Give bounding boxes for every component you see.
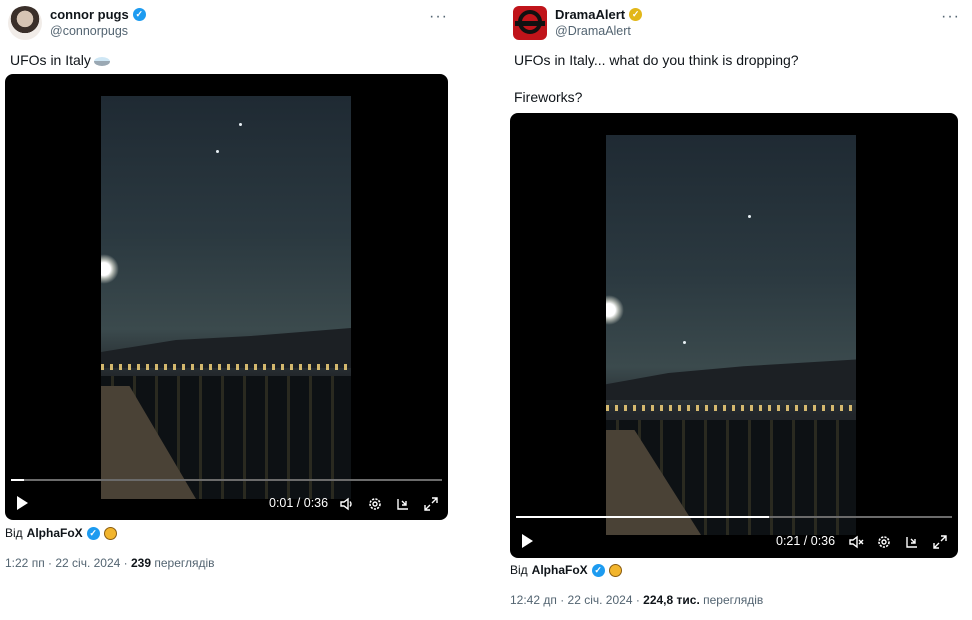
author-block: DramaAlert ✓ @DramaAlert: [555, 7, 643, 38]
play-icon[interactable]: [522, 534, 533, 548]
author-block: connor pugs ✓ @connorpugs: [50, 7, 146, 38]
fullscreen-icon[interactable]: [930, 532, 950, 552]
video-player[interactable]: 0:21 / 0:36: [510, 113, 958, 558]
tweet-header: connor pugs ✓ @connorpugs ···: [8, 6, 460, 42]
tweet-meta: 1:22 пп · 22 січ. 2024 · 239 переглядів: [5, 556, 215, 570]
avatar[interactable]: [8, 6, 42, 40]
gold-verified-badge-icon: ✓: [629, 8, 643, 21]
tweet-header: DramaAlert ✓ @DramaAlert ···: [513, 6, 972, 42]
more-options-icon[interactable]: ···: [941, 8, 960, 26]
views-label: переглядів: [151, 556, 215, 570]
view-count: 224,8 тис.: [643, 593, 700, 607]
video-frame[interactable]: [606, 135, 856, 535]
progress-fill: [11, 479, 24, 481]
from-prefix: Від: [510, 563, 528, 577]
timestamp[interactable]: 12:42 дп · 22 січ. 2024 ·: [510, 593, 643, 607]
timestamp[interactable]: 1:22 пп · 22 січ. 2024 ·: [5, 556, 131, 570]
verified-badge-icon: ✓: [591, 563, 605, 577]
video-frame[interactable]: [101, 96, 351, 499]
video-player[interactable]: 0:01 / 0:36: [5, 74, 448, 520]
verified-badge-icon: ✓: [132, 8, 146, 21]
progress-bar[interactable]: [516, 516, 952, 518]
play-icon[interactable]: [17, 496, 28, 510]
source-account[interactable]: AlphaFoX: [532, 563, 588, 577]
author-handle[interactable]: @connorpugs: [50, 24, 146, 38]
dock-video-icon[interactable]: [902, 532, 922, 552]
video-source: Від AlphaFoX ✓: [5, 526, 117, 540]
logo-bar: [515, 21, 545, 26]
light-point: [683, 341, 686, 344]
author-handle[interactable]: @DramaAlert: [555, 24, 642, 38]
hills: [101, 328, 351, 368]
city-lights: [101, 364, 351, 370]
hills: [606, 359, 856, 400]
light-point: [239, 123, 242, 126]
more-options-icon[interactable]: ···: [429, 8, 448, 26]
tweet-text-line2: Fireworks?: [514, 89, 583, 105]
moon: [606, 295, 624, 325]
video-controls: 0:01 / 0:36: [5, 490, 448, 516]
volume-icon[interactable]: [337, 494, 357, 514]
tweet-text: UFOs in Italy: [10, 51, 110, 69]
from-prefix: Від: [5, 526, 23, 540]
verified-badge-icon: ✓: [86, 526, 100, 540]
muted-volume-icon[interactable]: [846, 532, 866, 552]
avatar[interactable]: [513, 6, 547, 40]
author-name[interactable]: connor pugs: [50, 7, 129, 22]
progress-bar[interactable]: [11, 479, 442, 481]
video-source: Від AlphaFoX ✓: [510, 563, 622, 577]
source-account[interactable]: AlphaFoX: [27, 526, 83, 540]
view-count: 239: [130, 556, 152, 570]
views-label: переглядів: [699, 593, 764, 607]
video-time: 0:21 / 0:36: [776, 534, 836, 548]
light-point: [216, 150, 219, 153]
author-name[interactable]: DramaAlert: [555, 7, 625, 22]
dock-video-icon[interactable]: [393, 494, 413, 514]
tweet-text-content: UFOs in Italy: [10, 52, 91, 68]
emoji-icon: [103, 526, 117, 540]
moon: [101, 254, 119, 284]
ufo-icon: [93, 56, 110, 66]
fullscreen-icon[interactable]: [421, 494, 441, 514]
progress-fill: [516, 516, 769, 518]
tweet-meta: 12:42 дп · 22 січ. 2024 · 224,8 тис. пер…: [510, 593, 763, 607]
light-point: [748, 215, 751, 218]
tweet-text: UFOs in Italy... what do you think is dr…: [514, 52, 799, 68]
city-lights: [606, 405, 856, 411]
video-time: 0:01 / 0:36: [269, 496, 329, 510]
emoji-icon: [608, 563, 622, 577]
gear-icon[interactable]: [874, 532, 894, 552]
video-controls: 0:21 / 0:36: [510, 528, 958, 554]
gear-icon[interactable]: [365, 494, 385, 514]
